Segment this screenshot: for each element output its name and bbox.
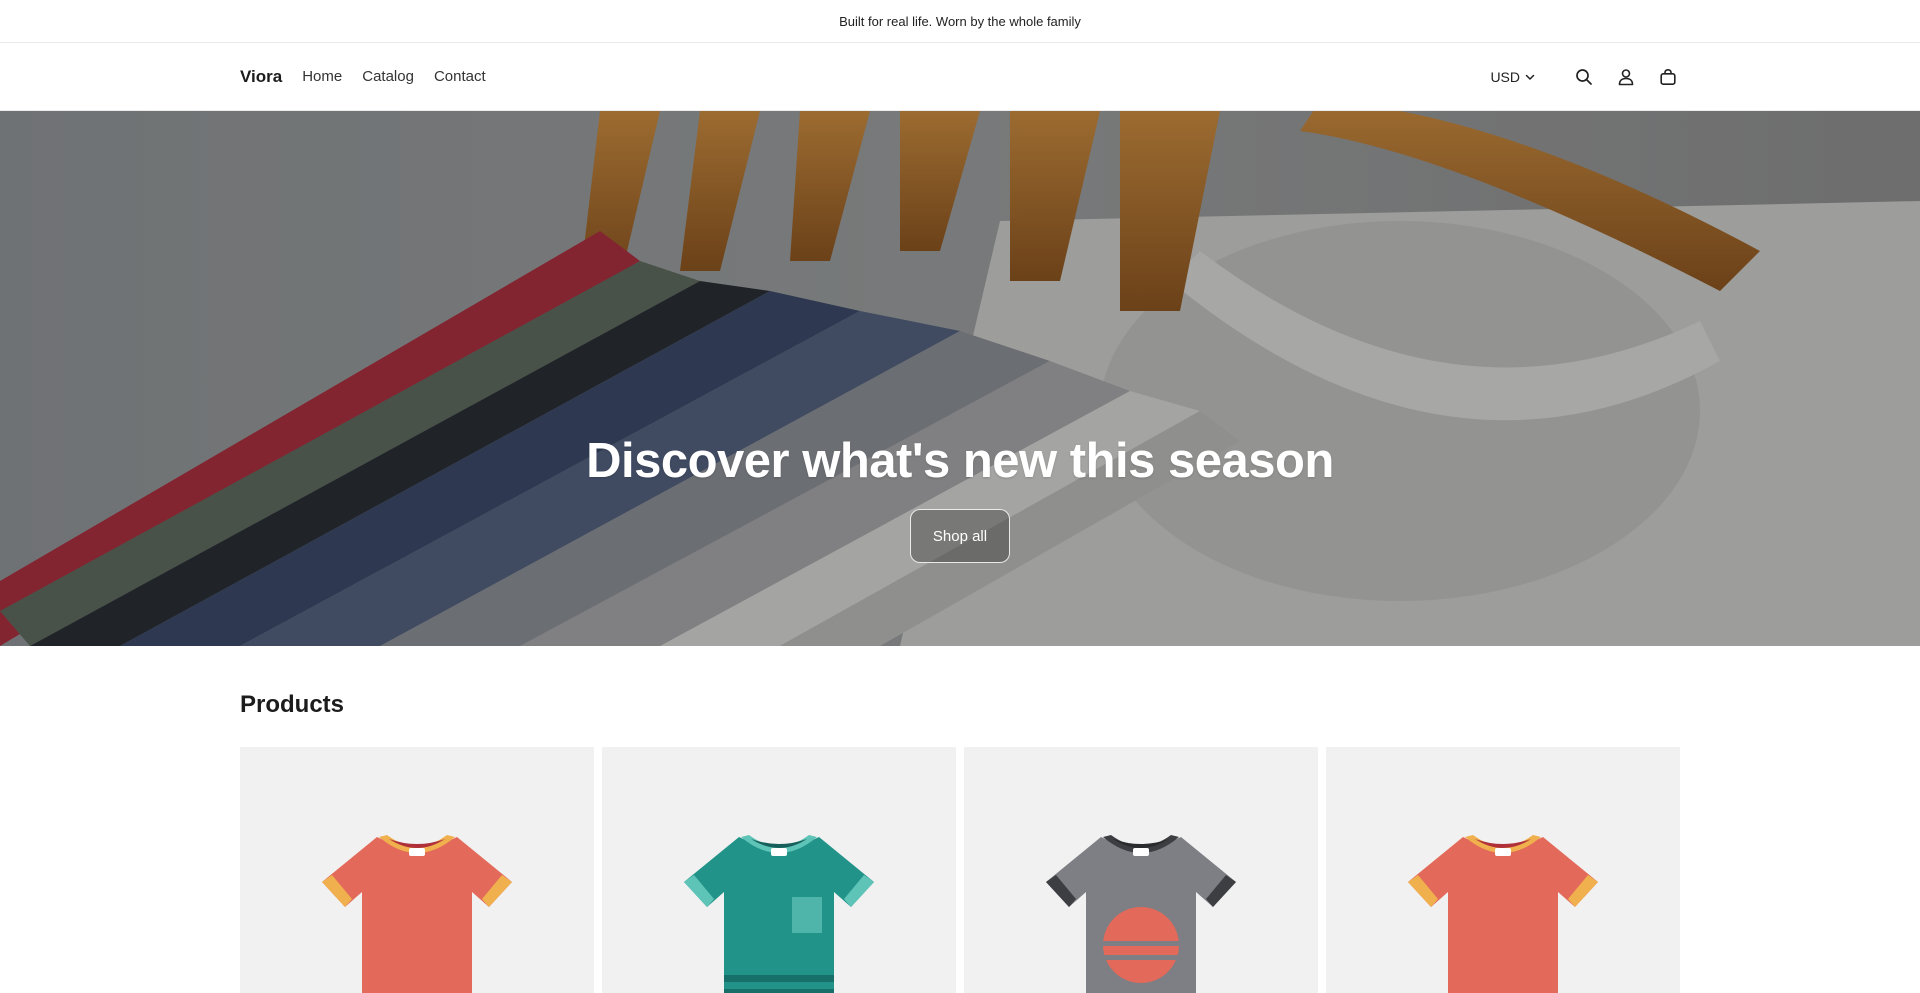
announcement-bar: Built for real life. Worn by the whole f…	[0, 0, 1920, 43]
products-section: Products	[0, 646, 1920, 993]
cart-button[interactable]	[1656, 65, 1680, 89]
product-card[interactable]	[1326, 747, 1680, 993]
announcement-text: Built for real life. Worn by the whole f…	[839, 13, 1081, 29]
nav-link-catalog[interactable]: Catalog	[362, 68, 414, 85]
product-grid	[240, 747, 1680, 993]
hero-content: Discover what's new this season Shop all	[0, 433, 1920, 563]
hero-banner: Discover what's new this season Shop all	[0, 111, 1920, 646]
orange-ringer-tshirt-image	[1408, 835, 1598, 993]
hero-overlay	[0, 111, 1920, 646]
product-card[interactable]	[964, 747, 1318, 993]
teal-pocket-striped-tshirt-image	[684, 835, 874, 993]
account-icon	[1618, 68, 1634, 85]
search-button[interactable]	[1572, 65, 1596, 89]
currency-label: USD	[1490, 68, 1520, 85]
account-button[interactable]	[1614, 65, 1638, 89]
shop-all-button[interactable]: Shop all	[909, 509, 1011, 563]
product-card[interactable]	[240, 747, 594, 993]
cart-icon	[1660, 68, 1676, 85]
currency-selector[interactable]: USD	[1490, 69, 1536, 85]
product-card[interactable]	[602, 747, 956, 993]
orange-ringer-tshirt-image	[322, 835, 512, 993]
nav-link-contact[interactable]: Contact	[434, 68, 486, 85]
gray-sunset-graphic-tshirt-image	[1046, 835, 1236, 993]
hero-title: Discover what's new this season	[586, 434, 1334, 488]
search-icon	[1576, 68, 1592, 85]
chevron-down-icon	[1525, 74, 1535, 80]
store-logo[interactable]: Viora	[240, 67, 282, 87]
products-heading: Products	[240, 691, 345, 718]
header-left: Viora Home Catalog Contact	[240, 67, 506, 87]
nav-link-home[interactable]: Home	[302, 68, 342, 85]
header-right: USD	[1490, 65, 1680, 89]
site-header: Viora Home Catalog Contact USD	[0, 43, 1920, 111]
